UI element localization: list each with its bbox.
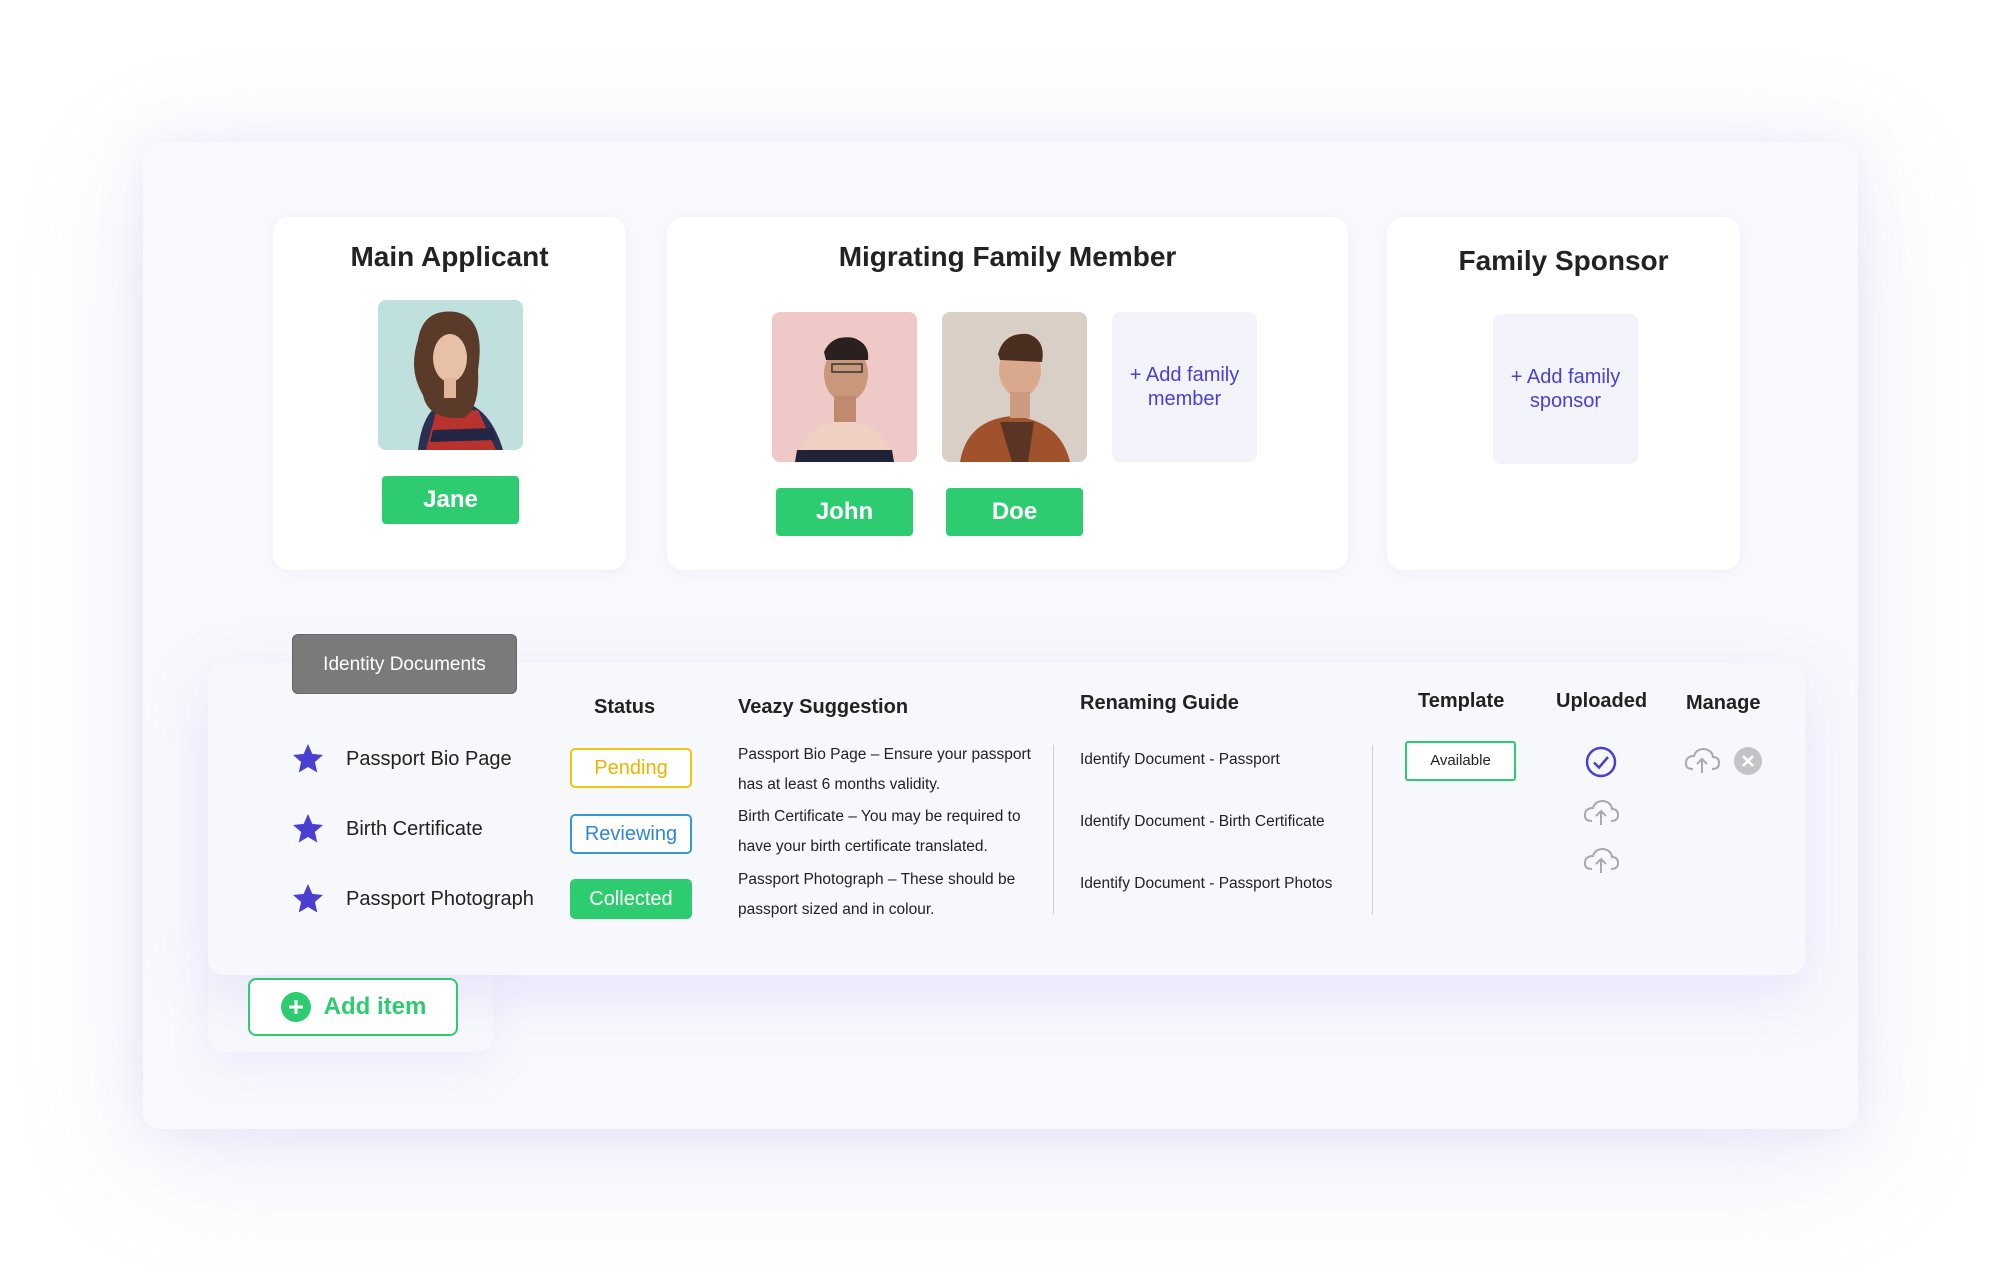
list-item[interactable]: Passport Bio Page [290,739,512,779]
close-circle-icon[interactable] [1733,746,1763,776]
document-name: Passport Bio Page [346,747,512,770]
renaming-text: Identify Document - Birth Certificate [1080,813,1325,830]
avatar [378,300,523,450]
suggestion-text: Birth Certificate – You may be required … [738,808,1021,855]
add-item-button[interactable]: Add item [248,978,458,1036]
document-name: Birth Certificate [346,817,483,840]
cloud-upload-icon[interactable] [1581,797,1621,829]
suggestion-header: Veazy Suggestion [738,696,909,718]
member-name-button[interactable]: John [776,488,913,536]
migrating-family-title: Migrating Family Member [838,241,1177,272]
doe-photo [942,312,1087,462]
renaming-header: Renaming Guide [1080,692,1239,714]
migrating-family-card: Migrating Family Member + Add family mem… [667,217,1348,570]
plus-circle-icon [280,992,311,1022]
cloud-upload-icon[interactable] [1581,845,1621,877]
column-divider [1372,745,1373,915]
member-name-button[interactable]: Doe [946,488,1083,536]
manage-header: Manage [1686,692,1761,714]
status-badge: Reviewing [570,814,692,854]
tab-identity-documents[interactable]: Identity Documents [292,634,517,694]
renaming-text: Identify Document - Passport Photos [1080,875,1333,892]
template-available-button[interactable]: Available [1405,741,1516,781]
check-circle-icon [1585,746,1617,778]
family-sponsor-title: Family Sponsor [1458,245,1669,276]
suggestion-text: Passport Photograph – These should be pa… [738,871,1016,918]
jane-photo [378,300,523,450]
cloud-upload-icon[interactable] [1682,745,1722,777]
status-badge: Pending [570,748,692,788]
status-badge: Collected [570,879,692,919]
add-family-sponsor-button[interactable]: + Add family sponsor [1493,314,1638,464]
avatar [772,312,917,462]
list-item[interactable]: Passport Photograph [290,879,534,919]
star-icon [293,884,323,913]
status-header: Status [594,696,656,718]
john-photo [772,312,917,462]
family-sponsor-card: Family Sponsor + Add family sponsor [1387,217,1740,570]
column-divider [1053,745,1054,915]
star-icon [293,744,323,773]
template-header: Template [1418,690,1505,712]
add-item-label: Add item [323,993,427,1020]
uploaded-header: Uploaded [1556,690,1648,712]
renaming-text: Identify Document - Passport [1080,751,1280,768]
avatar [942,312,1087,462]
add-family-member-button[interactable]: + Add family member [1112,312,1257,462]
list-item[interactable]: Birth Certificate [290,809,483,849]
member-name-button[interactable]: Jane [382,476,519,524]
main-applicant-card: Main Applicant Jane [273,217,626,570]
main-applicant-title: Main Applicant [350,241,549,272]
document-name: Passport Photograph [346,887,534,910]
star-icon [293,814,323,843]
suggestion-text: Passport Bio Page – Ensure your passport… [738,746,1031,793]
